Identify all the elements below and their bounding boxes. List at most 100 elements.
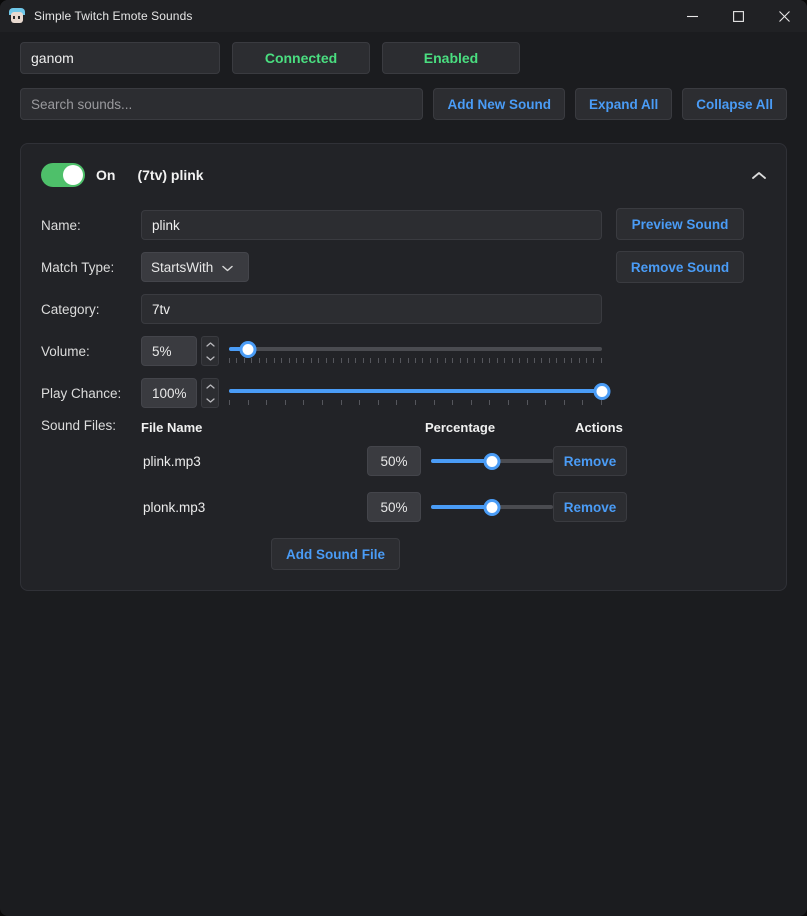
collapse-all-button[interactable]: Collapse All <box>682 88 787 120</box>
sound-files-label: Sound Files: <box>41 418 117 433</box>
add-sound-file-button[interactable]: Add Sound File <box>271 538 400 570</box>
remove-sound-file-button[interactable]: Remove <box>553 492 627 522</box>
tick-mark <box>325 358 327 363</box>
sound-form-fields: Name: plink Match Type: StartsWith Categ… <box>41 204 611 414</box>
sound-file-percentage-field[interactable]: 50% <box>367 446 421 476</box>
tick-mark <box>359 400 361 405</box>
tick-mark <box>507 400 509 405</box>
tick-mark <box>303 358 305 363</box>
category-field[interactable]: 7tv <box>141 294 602 324</box>
search-input[interactable] <box>20 88 424 120</box>
enabled-status-button[interactable]: Enabled <box>382 42 520 74</box>
tick-mark <box>519 358 521 363</box>
sound-file-percentage-slider[interactable] <box>431 452 553 470</box>
tick-mark <box>414 400 416 405</box>
play-chance-slider[interactable] <box>229 378 611 408</box>
expand-all-button[interactable]: Expand All <box>574 88 673 120</box>
play-chance-slider-track <box>229 389 602 393</box>
tick-mark <box>586 358 587 363</box>
tick-mark <box>348 358 349 363</box>
tick-mark <box>385 358 387 363</box>
add-sound-file-row: Add Sound File <box>41 538 766 570</box>
match-type-value: StartsWith <box>151 259 214 275</box>
sound-file-percentage-cell: 50% <box>367 446 553 476</box>
tick-mark <box>429 358 431 363</box>
preview-sound-button[interactable]: Preview Sound <box>616 208 744 240</box>
sound-card-title: (7tv) plink <box>137 167 204 183</box>
remove-sound-file-button[interactable]: Remove <box>553 446 627 476</box>
sound-card: On (7tv) plink Name: plink Match Type: S… <box>20 143 787 591</box>
tick-mark <box>229 358 230 363</box>
tick-mark <box>526 400 528 405</box>
close-icon[interactable] <box>761 0 807 32</box>
column-percentage: Percentage <box>424 419 496 435</box>
sound-file-slider-thumb[interactable] <box>483 453 501 470</box>
volume-stepper[interactable] <box>201 336 219 366</box>
maximize-icon[interactable] <box>715 0 761 32</box>
play-chance-slider-thumb[interactable] <box>593 383 611 400</box>
connection-status-button[interactable]: Connected <box>232 42 370 74</box>
match-type-select[interactable]: StartsWith <box>141 252 249 282</box>
tick-mark <box>600 400 602 405</box>
add-new-sound-button[interactable]: Add New Sound <box>433 88 565 120</box>
sound-file-name: plink.mp3 <box>143 453 201 469</box>
tick-mark <box>362 358 364 363</box>
tick-mark <box>541 358 543 363</box>
tick-mark <box>266 358 268 363</box>
volume-slider[interactable] <box>229 336 602 366</box>
minimize-icon[interactable] <box>669 0 715 32</box>
tick-mark <box>571 358 573 363</box>
toggle-knob <box>63 165 83 185</box>
tick-mark <box>433 400 435 405</box>
sound-file-slider-thumb[interactable] <box>483 499 501 516</box>
match-type-row: Match Type: StartsWith <box>41 246 602 288</box>
tick-mark <box>400 358 402 363</box>
volume-value-field[interactable]: 5% <box>141 336 197 366</box>
tick-mark <box>582 400 584 405</box>
sound-files-header: File Name Percentage Actions <box>141 416 766 438</box>
category-row: Category: 7tv <box>41 288 602 330</box>
tick-mark <box>556 358 558 363</box>
name-field[interactable]: plink <box>141 210 602 240</box>
tick-mark <box>489 358 491 363</box>
window-controls <box>669 0 807 32</box>
tick-mark <box>578 358 580 363</box>
volume-slider-ticks <box>229 358 602 364</box>
tick-mark <box>247 400 249 405</box>
tick-mark <box>548 358 550 363</box>
sound-file-action-cell: Remove <box>553 492 645 522</box>
sound-enabled-toggle[interactable] <box>41 163 85 187</box>
tick-mark <box>318 358 320 363</box>
toolbar: Add New Sound Expand All Collapse All <box>20 74 787 120</box>
remove-sound-button[interactable]: Remove Sound <box>616 251 744 283</box>
tick-mark <box>444 358 446 363</box>
sound-file-percentage-slider[interactable] <box>431 498 553 516</box>
window-title: Simple Twitch Emote Sounds <box>34 9 193 23</box>
tick-mark <box>340 358 342 363</box>
connection-bar: Connected Enabled <box>20 32 787 74</box>
channel-name-input[interactable] <box>20 42 220 74</box>
tick-mark <box>533 358 535 363</box>
tick-mark <box>321 400 323 405</box>
title-bar: Simple Twitch Emote Sounds <box>0 0 807 32</box>
play-chance-value-field[interactable]: 100% <box>141 378 197 408</box>
tick-mark <box>474 358 476 363</box>
tick-mark <box>229 400 230 405</box>
sound-file-row: plink.mp3 50% Remove <box>141 438 766 484</box>
tick-mark <box>496 358 498 363</box>
play-chance-stepper[interactable] <box>201 378 219 408</box>
tick-mark <box>526 358 528 363</box>
tick-mark <box>489 400 491 405</box>
tick-mark <box>452 358 454 363</box>
twitch-emote-icon <box>9 8 25 24</box>
tick-mark <box>295 358 297 363</box>
tick-mark <box>422 358 424 363</box>
toggle-state-label: On <box>96 167 116 183</box>
sound-file-percentage-field[interactable]: 50% <box>367 492 421 522</box>
chevron-up-icon[interactable] <box>752 171 766 180</box>
volume-row: Volume: 5% <box>41 330 602 372</box>
volume-slider-thumb[interactable] <box>239 341 257 358</box>
play-chance-row: Play Chance: 100% <box>41 372 611 414</box>
sound-file-action-cell: Remove <box>553 446 645 476</box>
sound-files-section: Sound Files: File Name Percentage Action… <box>41 416 766 530</box>
